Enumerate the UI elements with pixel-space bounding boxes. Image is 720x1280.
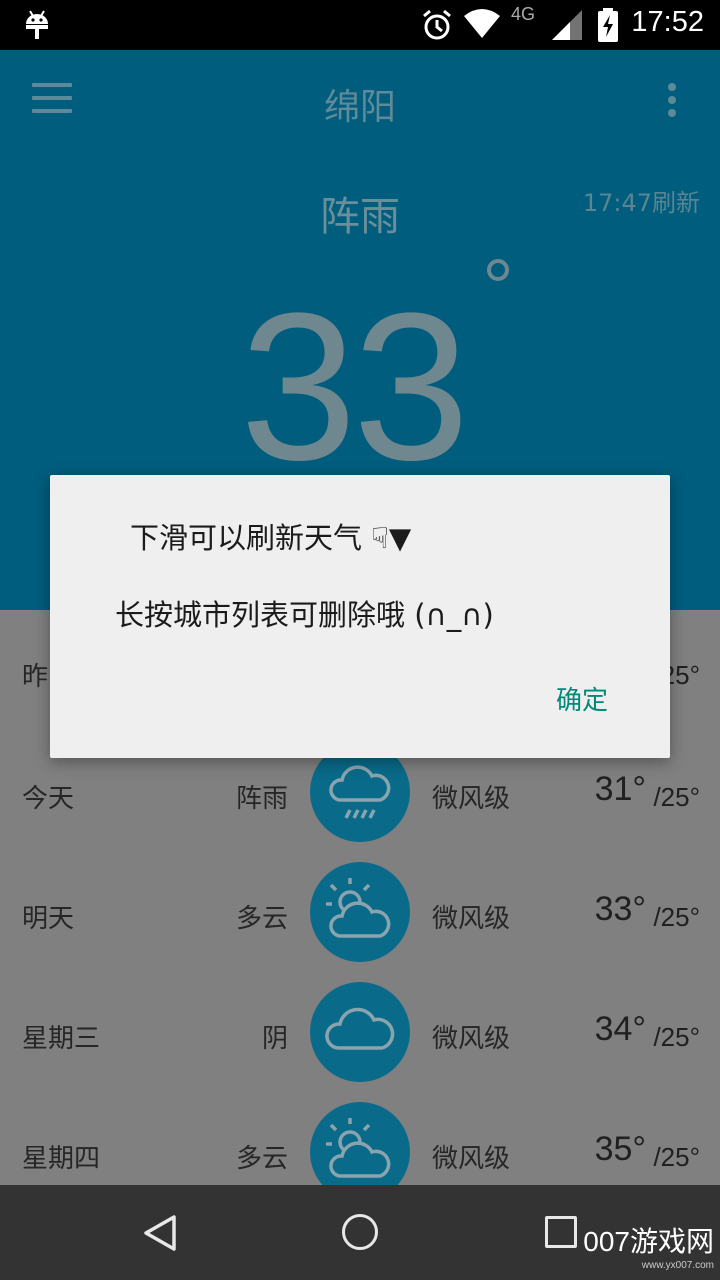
home-icon[interactable] (342, 1214, 378, 1250)
battery-charging-icon (598, 8, 618, 42)
status-bar: 4G 17:52 (0, 0, 720, 50)
watermark-sub: www.yx007.com (641, 1260, 714, 1271)
alarm-icon (423, 9, 451, 40)
wifi-icon (464, 9, 500, 38)
watermark: 007游戏网 www.yx007.com (583, 1220, 714, 1271)
dialog-message-2: 长按城市列表可删除哦 (∩_∩) (115, 598, 494, 632)
network-type: 4G (511, 4, 536, 24)
back-icon[interactable] (142, 1213, 178, 1253)
tips-dialog: 下滑可以刷新天气 ☟▼ 长按城市列表可删除哦 (∩_∩) 确定 (50, 475, 670, 758)
dialog-message-1: 下滑可以刷新天气 ☟▼ (130, 521, 412, 555)
status-time: 17:52 (631, 6, 704, 38)
confirm-button[interactable]: 确定 (556, 680, 608, 717)
watermark-main: 007游戏网 (583, 1226, 714, 1257)
recent-apps-icon[interactable] (545, 1216, 577, 1248)
android-notification-icon (26, 10, 48, 39)
signal-icon (552, 10, 582, 40)
